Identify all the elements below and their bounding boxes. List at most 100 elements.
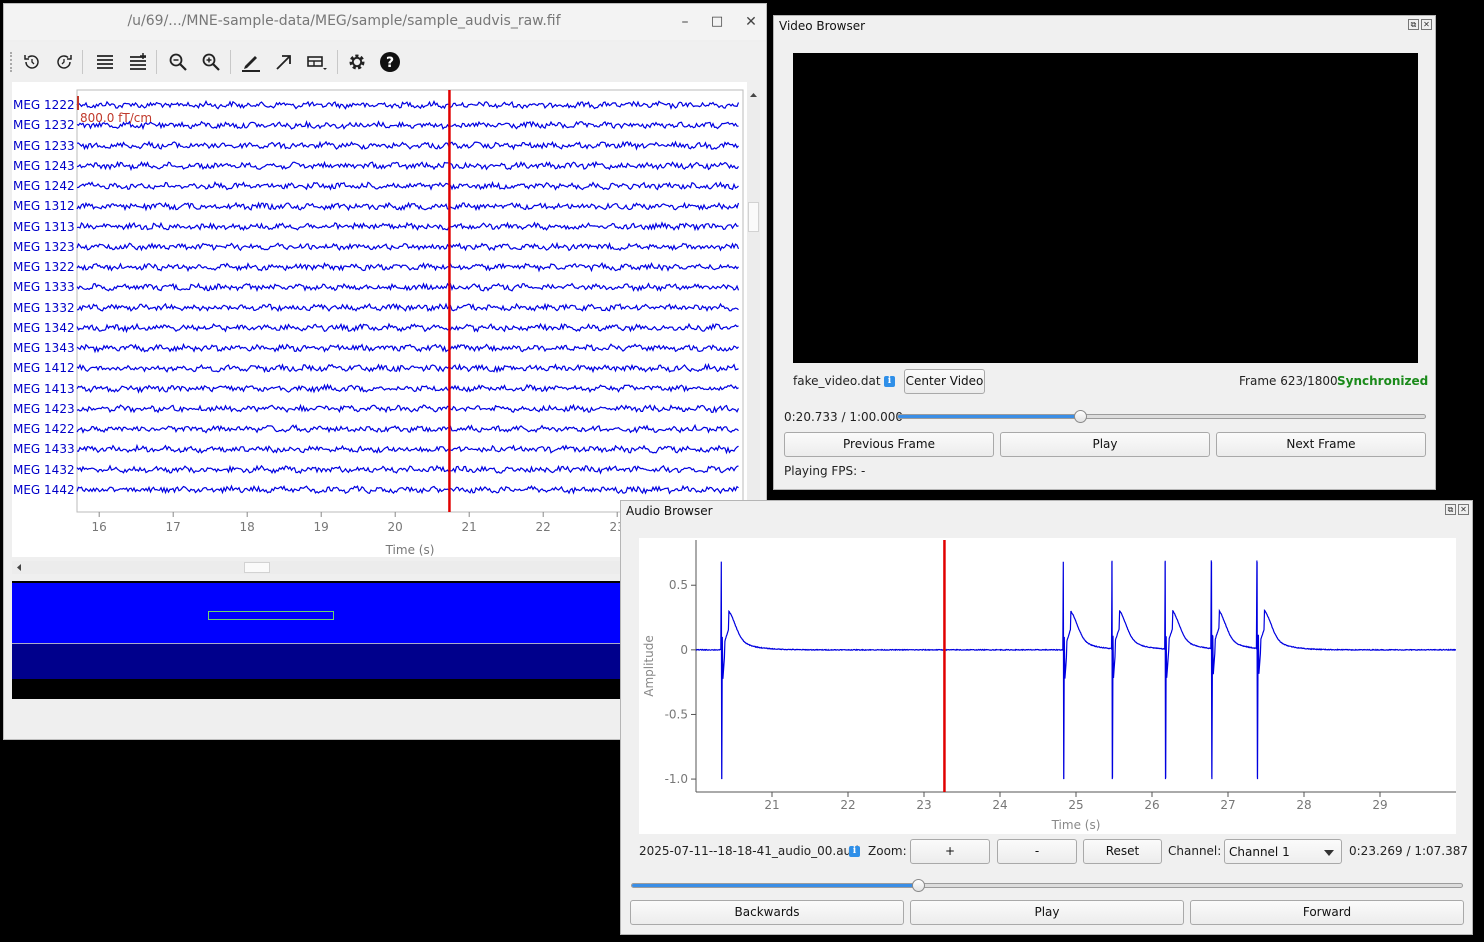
channel-label: Channel:: [1168, 844, 1222, 858]
audio-waveform-canvas[interactable]: 0.5 0 -0.5 -1.0 21 22 23 24 25 26 27 28 29 Time (s) Am…: [639, 538, 1457, 834]
channel-label[interactable]: MEG 1413: [13, 382, 75, 396]
video-display: [793, 53, 1418, 363]
time-scrollbar-thumb[interactable]: [244, 562, 270, 573]
meg-traces-canvas[interactable]: 16171819202122232: [12, 82, 747, 557]
center-video-button[interactable]: Center Video: [904, 369, 985, 394]
scale-bar: [77, 96, 79, 110]
video-slider-handle[interactable]: [1074, 410, 1088, 423]
audio-progress-slider[interactable]: [631, 883, 1463, 888]
channel-label[interactable]: MEG 1323: [13, 240, 75, 254]
backwards-button[interactable]: Backwards: [630, 900, 904, 925]
channel-label[interactable]: MEG 1332: [13, 301, 75, 315]
channel-label[interactable]: MEG 1313: [13, 220, 75, 234]
video-play-button[interactable]: Play: [1000, 432, 1210, 457]
channel-label[interactable]: MEG 1333: [13, 280, 75, 294]
x-tick-label: 25: [1068, 798, 1083, 812]
channel-label[interactable]: MEG 1433: [13, 442, 75, 456]
x-tick-label: 22: [840, 798, 855, 812]
toolbar-separator: [156, 50, 157, 74]
zoom-in-button[interactable]: +: [910, 839, 990, 864]
video-progress-slider[interactable]: [897, 414, 1426, 419]
channel-label[interactable]: MEG 1322: [13, 260, 75, 274]
channel-label[interactable]: MEG 1233: [13, 139, 75, 153]
overview-lower-band: [12, 644, 624, 679]
toolbar-separator: [230, 50, 231, 74]
zoom-reset-button[interactable]: Reset: [1083, 839, 1162, 864]
float-icon[interactable]: ⧉: [1445, 504, 1456, 515]
close-icon[interactable]: ✕: [1458, 504, 1469, 515]
next-frame-button[interactable]: Next Frame: [1216, 432, 1426, 457]
y-tick-label: 0: [680, 643, 688, 657]
forward-button[interactable]: Forward: [1190, 900, 1464, 925]
audio-file-name: 2025-07-11--18-18-41_audio_00.aud: [639, 844, 859, 858]
channel-label[interactable]: MEG 1442: [13, 483, 75, 497]
float-icon[interactable]: ⧉: [1408, 19, 1419, 30]
channel-label[interactable]: MEG 1222: [13, 98, 75, 112]
y-tick-label: 0.5: [669, 578, 688, 592]
channel-label[interactable]: MEG 1232: [13, 118, 75, 132]
audio-play-button[interactable]: Play: [910, 900, 1184, 925]
x-tick-label: 21: [462, 520, 477, 534]
x-tick-label: 22: [536, 520, 551, 534]
title-bar: /u/69/.../MNE-sample-data/MEG/sample/sam…: [4, 4, 766, 40]
fewer-channels-icon[interactable]: [93, 50, 117, 74]
channel-select[interactable]: Channel 1: [1224, 839, 1342, 864]
x-axis-label: Time (s): [1051, 818, 1101, 832]
audio-time-display: 0:23.269 / 1:07.387: [1349, 844, 1469, 858]
channel-label[interactable]: MEG 1242: [13, 179, 75, 193]
meg-traces-plot[interactable]: 16171819202122232 MEG 1222MEG 1232MEG 12…: [12, 82, 747, 557]
zoom-out-icon[interactable]: [166, 50, 190, 74]
info-icon[interactable]: i: [884, 376, 895, 387]
toolbar-grip[interactable]: [10, 52, 13, 72]
settings-icon[interactable]: [345, 50, 369, 74]
frame-counter: Frame 623/1800: [1239, 374, 1338, 388]
audio-progress-fill: [632, 884, 920, 887]
channel-label[interactable]: MEG 1412: [13, 361, 75, 375]
y-tick-label: -1.0: [665, 772, 688, 786]
zoom-out-button[interactable]: -: [997, 839, 1077, 864]
forward-time-icon[interactable]: [52, 50, 76, 74]
video-time-display: 0:20.733 / 1:00.000: [784, 410, 904, 424]
annotation-pen-icon[interactable]: [239, 50, 263, 74]
channel-label[interactable]: MEG 1432: [13, 463, 75, 477]
toolbar-separator: [82, 50, 83, 74]
x-tick-label: 23: [916, 798, 931, 812]
x-tick-label: 28: [1296, 798, 1311, 812]
zoom-in-icon[interactable]: [199, 50, 223, 74]
video-browser-window: Video Browser ⧉ ✕ fake_video.dat i Cente…: [773, 15, 1436, 490]
channel-label[interactable]: MEG 1243: [13, 159, 75, 173]
info-icon[interactable]: i: [849, 846, 860, 857]
x-tick-label: 20: [388, 520, 403, 534]
channel-label[interactable]: MEG 1342: [13, 321, 75, 335]
close-icon[interactable]: ✕: [1421, 19, 1432, 30]
previous-frame-button[interactable]: Previous Frame: [784, 432, 994, 457]
overview-bar[interactable]: [12, 581, 624, 699]
arrow-icon[interactable]: [272, 50, 296, 74]
channel-label[interactable]: MEG 1343: [13, 341, 75, 355]
overview-view-box[interactable]: [208, 611, 334, 620]
y-tick-label: -0.5: [665, 707, 688, 721]
projector-icon[interactable]: [305, 50, 329, 74]
minimize-button[interactable]: –: [676, 13, 694, 31]
maximize-button[interactable]: □: [708, 13, 726, 31]
audio-waveform-plot[interactable]: 0.5 0 -0.5 -1.0 21 22 23 24 25 26 27 28 29 Time (s) Am…: [639, 538, 1457, 834]
x-tick-label: 29: [1372, 798, 1387, 812]
x-tick-label: 16: [92, 520, 107, 534]
y-axis-label: Amplitude: [642, 635, 656, 697]
channel-label[interactable]: MEG 1423: [13, 402, 75, 416]
channel-scrollbar-thumb[interactable]: [748, 202, 759, 232]
close-button[interactable]: ✕: [742, 13, 760, 31]
channel-scrollbar[interactable]: [747, 90, 760, 500]
x-tick-label: 18: [240, 520, 255, 534]
rewind-icon[interactable]: [20, 50, 44, 74]
channel-label[interactable]: MEG 1422: [13, 422, 75, 436]
help-icon[interactable]: ?: [378, 50, 402, 74]
more-channels-icon[interactable]: [126, 50, 150, 74]
audio-slider-handle[interactable]: [912, 879, 926, 892]
toolbar: ?: [4, 42, 766, 80]
channel-label[interactable]: MEG 1312: [13, 199, 75, 213]
scale-bar-label: 800.0 fT/cm: [80, 111, 153, 125]
x-tick-label: 17: [166, 520, 181, 534]
window-title: /u/69/.../MNE-sample-data/MEG/sample/sam…: [127, 13, 561, 29]
x-tick-label: 26: [1144, 798, 1159, 812]
